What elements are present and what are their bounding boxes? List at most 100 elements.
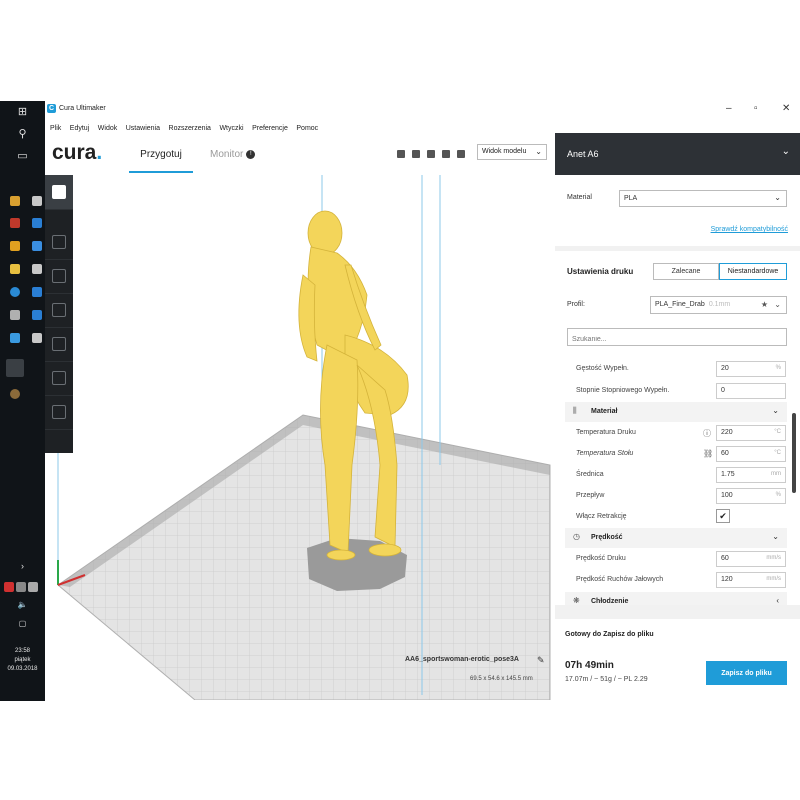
close-button[interactable]: ✕ — [782, 103, 790, 114]
tab-prepare[interactable]: Przygotuj — [129, 146, 193, 173]
diameter-field[interactable]: 1.75 mm — [716, 467, 786, 483]
tab-monitor-label: Monitor — [210, 149, 244, 160]
brand-text: cura — [52, 141, 97, 164]
material-select[interactable]: PLA ⌄ — [619, 190, 787, 207]
info-icon[interactable]: ⓘ — [703, 428, 711, 439]
open-file-button[interactable] — [45, 175, 73, 210]
view-3d-icon[interactable] — [397, 150, 405, 158]
menu-view[interactable]: Widok — [98, 125, 117, 132]
field-value: 60 — [721, 450, 729, 457]
tray-icon[interactable] — [28, 582, 38, 592]
task-view-icon[interactable]: ▭ — [0, 149, 45, 162]
maximize-button[interactable]: ▫ — [754, 103, 758, 114]
print-speed-field[interactable]: 60 mm/s — [716, 551, 786, 567]
move-tool-button[interactable] — [45, 225, 73, 260]
taskbar-app-icon[interactable] — [32, 310, 42, 320]
taskbar-app-icon[interactable] — [10, 310, 20, 320]
taskbar-app-icon[interactable] — [32, 241, 42, 251]
field-value: 120 — [721, 576, 733, 583]
gradual-infill-field[interactable]: 0 — [716, 383, 786, 399]
clock-date: 09.03.2018 — [7, 666, 38, 672]
print-temperature-field[interactable]: 220 °C — [716, 425, 786, 441]
build-plate-scene — [57, 175, 551, 700]
rotate-icon — [52, 303, 66, 317]
chevron-down-icon: ⌄ — [772, 532, 779, 541]
taskbar-app-icon[interactable] — [10, 333, 20, 343]
category-material[interactable]: ⫼ Materiał ⌄ — [565, 402, 787, 422]
setting-label: Temperatura Stołu — [576, 450, 634, 457]
support-blocker-icon — [52, 405, 66, 419]
taskbar-app-icon[interactable] — [10, 264, 20, 274]
taskbar-app-icon[interactable] — [10, 196, 20, 206]
minimize-button[interactable]: – — [726, 103, 732, 114]
scale-tool-button[interactable] — [45, 259, 73, 294]
travel-speed-field[interactable]: 120 mm/s — [716, 572, 786, 588]
taskbar-app-icon[interactable] — [32, 333, 42, 343]
menu-help[interactable]: Pomoc — [296, 125, 318, 132]
tray-icon[interactable] — [16, 582, 26, 592]
menu-edit[interactable]: Edytuj — [70, 125, 89, 132]
taskbar-app-icon[interactable] — [10, 389, 20, 399]
save-to-file-button[interactable]: Zapisz do pliku — [706, 661, 787, 685]
link-icon[interactable]: ⛓ — [703, 449, 713, 458]
pencil-icon[interactable]: ✎ — [537, 655, 545, 666]
taskbar-app-icon[interactable] — [32, 287, 42, 297]
settings-scrollbar[interactable] — [792, 413, 796, 493]
volume-icon[interactable]: 🔈 — [0, 600, 45, 609]
clock-time: 23:58 — [14, 648, 30, 654]
menu-plugins[interactable]: Wtyczki — [219, 125, 243, 132]
taskbar-app-icon[interactable] — [10, 218, 20, 228]
edge-icon[interactable] — [10, 287, 20, 297]
tray-icon[interactable] — [4, 582, 14, 592]
check-compatibility-link[interactable]: Sprawdź kompatybilność — [711, 226, 788, 233]
printer-selector[interactable]: Anet A6 ⌄ — [555, 133, 800, 175]
windows-taskbar: ⊞ ⚲ ▭ › 🔈 ▢ 23:58 piątek 09.03.2018 — [0, 101, 45, 701]
chevron-down-icon: ⌄ — [781, 146, 790, 157]
taskbar-active-app-icon[interactable] — [6, 359, 24, 377]
taskbar-app-icon[interactable] — [10, 241, 20, 251]
field-value: 220 — [721, 429, 733, 436]
chevron-up-icon[interactable]: › — [0, 561, 45, 571]
view-mode-select[interactable]: Widok modelu ⌄ — [477, 144, 547, 160]
retraction-checkbox[interactable]: ✔ — [716, 509, 730, 523]
taskbar-app-icon[interactable] — [32, 196, 42, 206]
field-unit: mm/s — [766, 555, 781, 561]
view-top-icon[interactable] — [427, 150, 435, 158]
notifications-icon[interactable]: ▢ — [0, 619, 45, 628]
view-left-icon[interactable] — [442, 150, 450, 158]
clock-day: piątek — [14, 657, 31, 663]
search-icon[interactable]: ⚲ — [0, 127, 45, 140]
per-model-settings-button[interactable] — [45, 361, 73, 396]
rotate-tool-button[interactable] — [45, 293, 73, 328]
star-icon[interactable]: ★ — [761, 300, 768, 309]
taskbar-clock[interactable]: 23:58 piątek 09.03.2018 — [0, 647, 45, 674]
flow-field[interactable]: 100% — [716, 488, 786, 504]
menu-file[interactable]: Plik — [50, 125, 61, 132]
window-title: Cura Ultimaker — [59, 105, 106, 112]
recommended-mode-button[interactable]: Zalecane — [653, 263, 719, 280]
category-speed[interactable]: ◷ Prędkość ⌄ — [565, 528, 787, 548]
per-model-icon — [52, 371, 66, 385]
taskbar-app-icon[interactable] — [32, 264, 42, 274]
scale-icon — [52, 269, 66, 283]
support-blocker-button[interactable] — [45, 395, 73, 430]
viewport-3d[interactable]: AA6_sportswoman-erotic_pose3A ✎ 69.5 x 5… — [45, 175, 555, 700]
tab-monitor[interactable]: Monitor! — [210, 149, 256, 160]
fan-icon: ❋ — [573, 596, 580, 605]
view-front-icon[interactable] — [412, 150, 420, 158]
view-right-icon[interactable] — [457, 150, 465, 158]
bed-temperature-field[interactable]: 60 °C — [716, 446, 786, 462]
settings-search-input[interactable] — [567, 328, 787, 346]
move-icon — [52, 235, 66, 249]
windows-start-icon[interactable]: ⊞ — [0, 105, 45, 118]
profile-select[interactable]: PLA_Fine_Drab 0.1mm ★ ⌄ — [650, 296, 787, 314]
menu-settings[interactable]: Ustawienia — [126, 125, 160, 132]
custom-mode-button[interactable]: Niestandardowe — [719, 263, 787, 280]
chevron-down-icon: ⌄ — [772, 406, 779, 415]
menu-extensions[interactable]: Rozszerzenia — [169, 125, 211, 132]
infill-density-field[interactable]: 20% — [716, 361, 786, 377]
setting-print-temperature: Temperatura Druku ⓘ 220 °C — [555, 423, 800, 444]
taskbar-app-icon[interactable] — [32, 218, 42, 228]
menu-preferences[interactable]: Preferencje — [252, 125, 288, 132]
mirror-tool-button[interactable] — [45, 327, 73, 362]
